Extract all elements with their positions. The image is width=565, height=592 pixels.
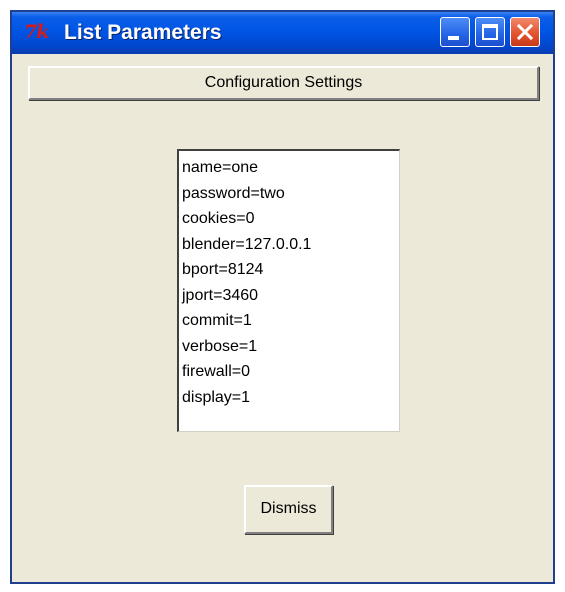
list-item[interactable]: blender=127.0.0.1 (182, 232, 399, 258)
list-item[interactable]: cookies=0 (182, 206, 399, 232)
tk-app-icon: 7k (24, 21, 49, 43)
window-title: List Parameters (64, 21, 222, 44)
minimize-icon (448, 36, 459, 40)
dismiss-button[interactable]: Dismiss (244, 485, 333, 534)
list-parameters-window: 7k List Parameters Configuration Setting… (10, 10, 555, 584)
list-item[interactable]: display=1 (182, 385, 399, 411)
parameters-listbox[interactable]: name=one password=two cookies=0 blender=127… (177, 149, 400, 432)
list-item[interactable]: commit=1 (182, 308, 399, 334)
list-item[interactable]: firewall=0 (182, 359, 399, 385)
maximize-icon (482, 24, 498, 40)
list-item[interactable]: password=two (182, 181, 399, 207)
close-icon (516, 23, 534, 41)
close-button[interactable] (510, 17, 540, 47)
configuration-settings-button[interactable]: Configuration Settings (28, 66, 539, 100)
list-item[interactable]: verbose=1 (182, 334, 399, 360)
list-item[interactable]: name=one (182, 155, 399, 181)
list-item[interactable]: bport=8124 (182, 257, 399, 283)
maximize-button[interactable] (475, 17, 505, 47)
minimize-button[interactable] (440, 17, 470, 47)
list-item[interactable]: jport=3460 (182, 283, 399, 309)
title-bar[interactable]: 7k List Parameters (12, 12, 553, 54)
